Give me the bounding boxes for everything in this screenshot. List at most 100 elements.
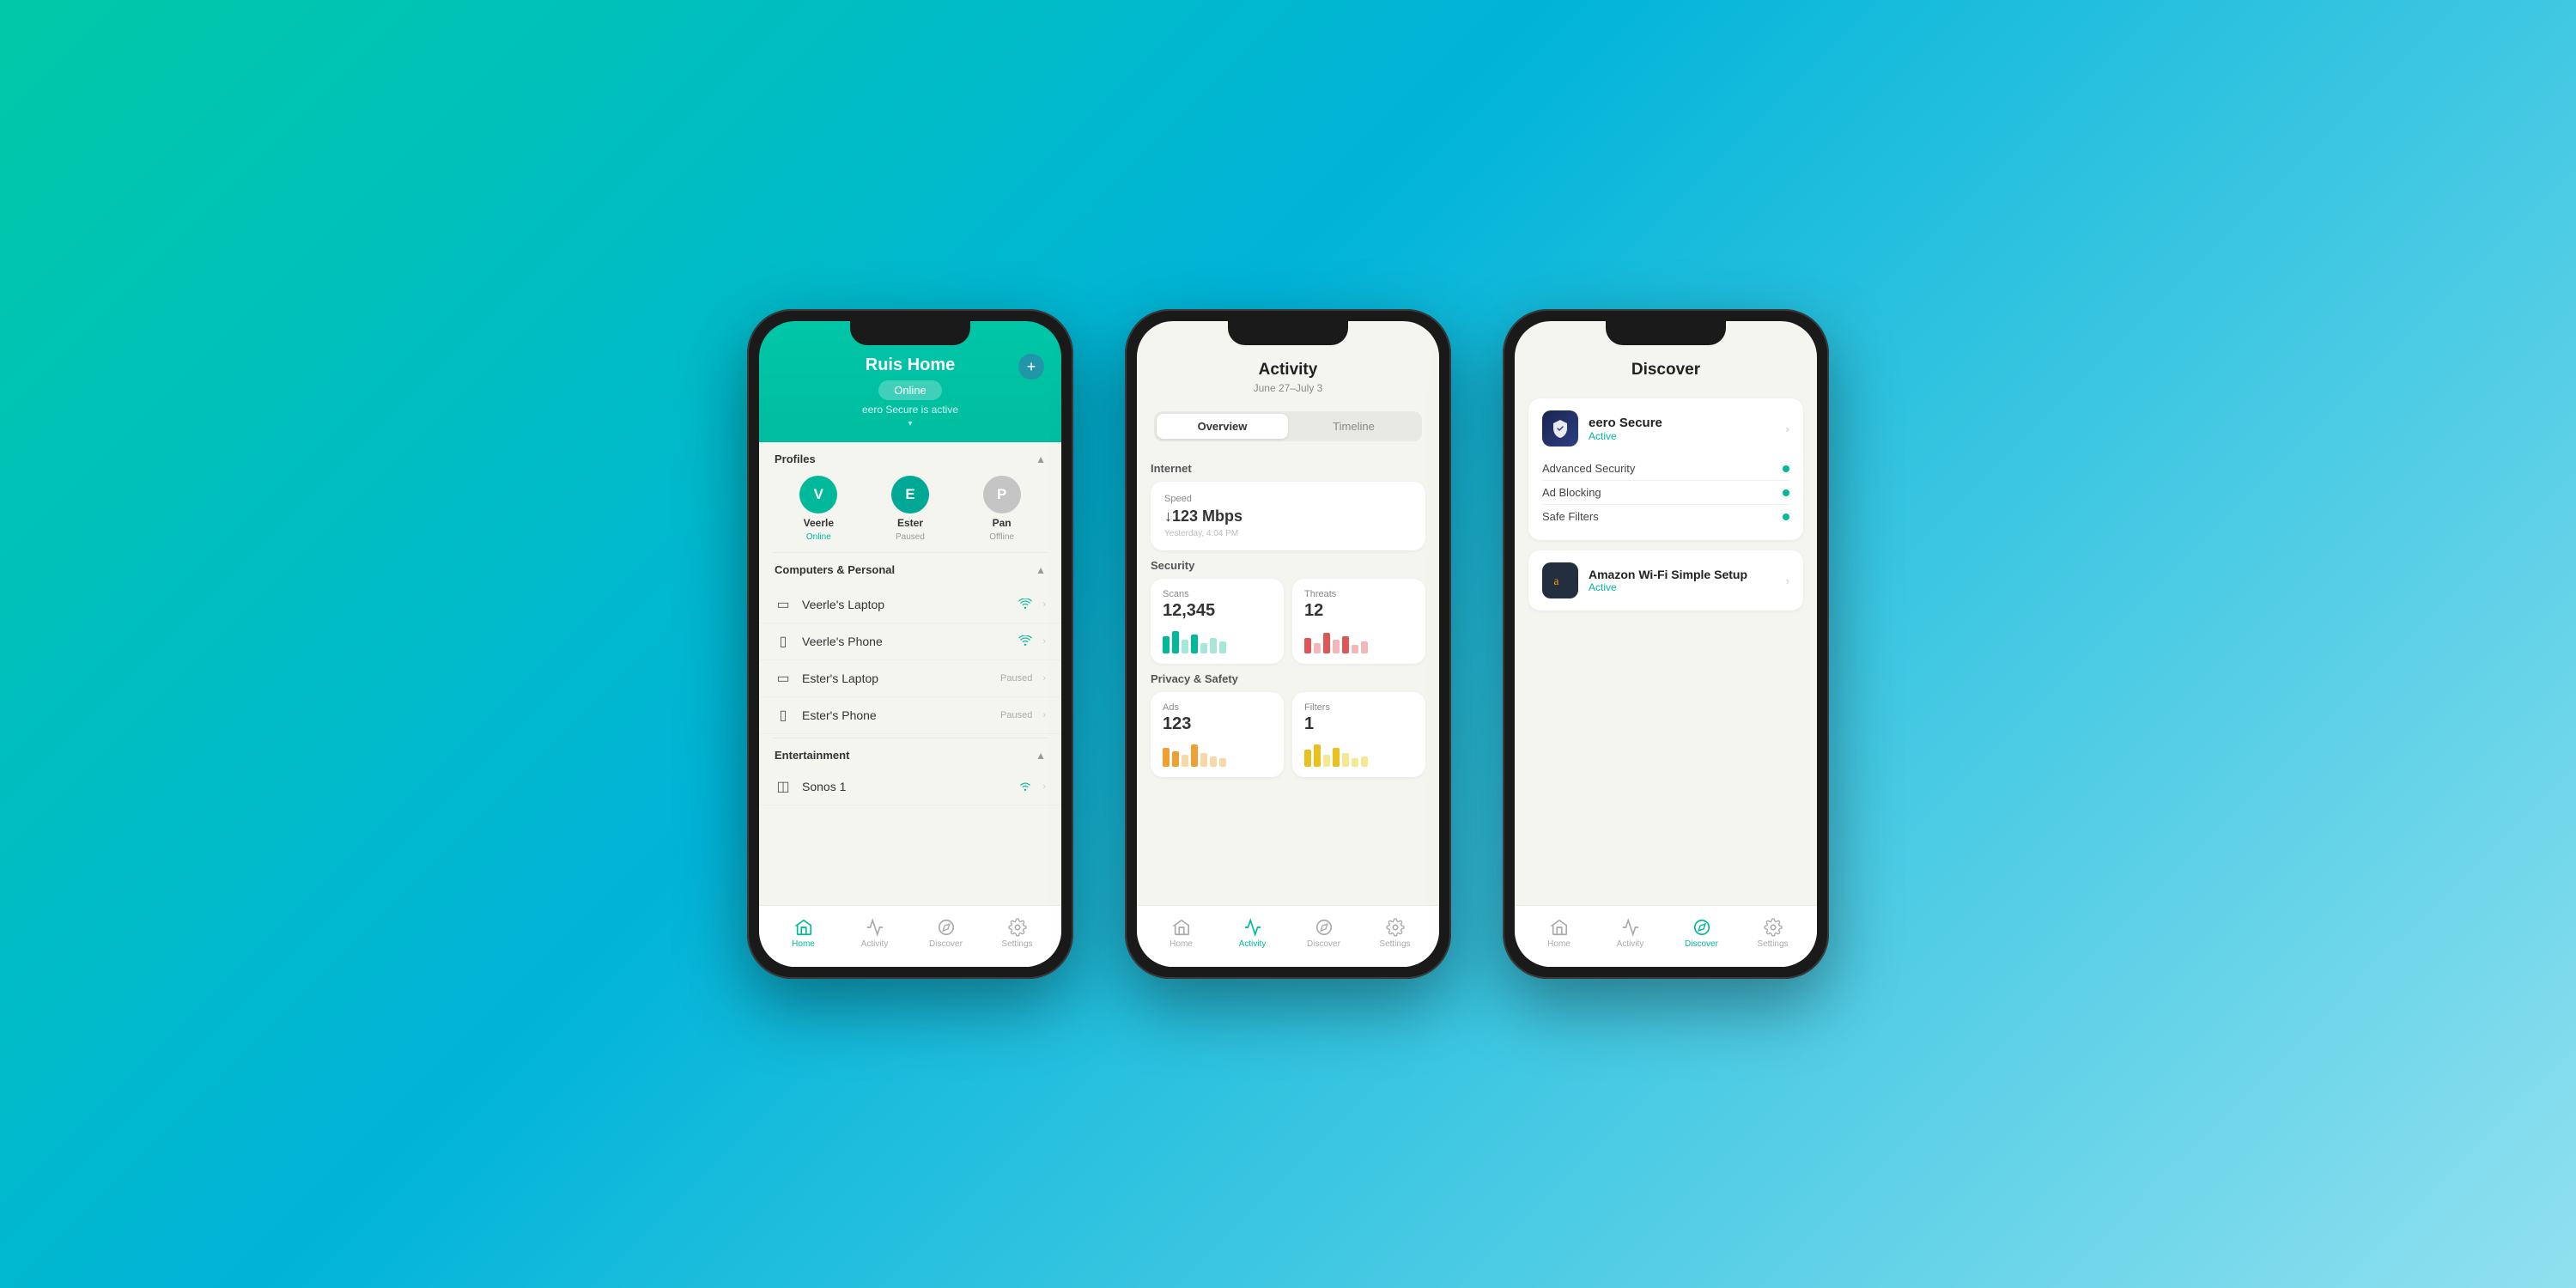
phone-icon: ▯ <box>775 707 792 724</box>
bar <box>1314 744 1321 767</box>
wifi-icon-sonos <box>1018 780 1032 793</box>
nav-settings-label: Settings <box>1757 939 1788 949</box>
bar <box>1172 751 1179 767</box>
bar <box>1342 636 1349 653</box>
chevron-down-icon[interactable]: ▾ <box>776 419 1044 428</box>
device-name-sonos: Sonos 1 <box>802 780 1008 793</box>
svg-text:a: a <box>1554 574 1559 587</box>
device-sonos[interactable]: ◫ Sonos 1 › <box>759 769 1061 805</box>
amazon-name: Amazon Wi-Fi Simple Setup <box>1589 568 1776 581</box>
scans-bar-chart <box>1163 628 1272 653</box>
chevron-right-icon: › <box>1042 636 1046 647</box>
profile-veerle[interactable]: V Veerle Online <box>799 476 837 542</box>
discover-icon <box>1315 918 1334 937</box>
privacy-stats-row: Ads 123 Filters <box>1151 692 1425 777</box>
nav-activity[interactable]: Activity <box>1595 918 1666 949</box>
device-esters-laptop[interactable]: ▭ Ester's Laptop Paused › <box>759 660 1061 697</box>
entertainment-label: Entertainment <box>775 749 849 762</box>
nav-discover[interactable]: Discover <box>1288 918 1359 949</box>
bar <box>1352 645 1358 653</box>
activity-title: Activity <box>1154 361 1422 380</box>
speed-label: Speed <box>1164 494 1412 504</box>
feature-ad-blocking: Ad Blocking <box>1542 481 1789 505</box>
nav-activity[interactable]: Activity <box>839 918 910 949</box>
device-veerles-laptop[interactable]: ▭ Veerle's Laptop › <box>759 586 1061 623</box>
filters-value: 1 <box>1304 714 1413 734</box>
nav-home-label: Home <box>792 939 815 949</box>
filters-bar-chart <box>1304 741 1413 767</box>
ads-value: 123 <box>1163 714 1272 734</box>
nav-home[interactable]: Home <box>1523 918 1595 949</box>
filters-label: Filters <box>1304 702 1413 713</box>
threats-label: Threats <box>1304 589 1413 599</box>
amazon-icon: a <box>1552 572 1569 589</box>
nav-activity[interactable]: Activity <box>1217 918 1288 949</box>
activity-icon <box>866 918 884 937</box>
scans-label: Scans <box>1163 589 1272 599</box>
feature-advanced-security-label: Advanced Security <box>1542 462 1635 475</box>
profiles-label: Profiles <box>775 453 816 465</box>
profile-avatar-veerle: V <box>799 476 837 513</box>
tab-switcher: Overview Timeline <box>1154 411 1422 441</box>
bar <box>1163 748 1170 767</box>
profile-avatar-ester: E <box>891 476 929 513</box>
entertainment-collapse-icon[interactable]: ▲ <box>1036 750 1046 762</box>
amazon-app-icon: a <box>1542 562 1578 598</box>
ads-bar-chart <box>1163 741 1272 767</box>
bar <box>1200 753 1207 767</box>
internet-label: Internet <box>1151 462 1425 475</box>
nav-settings[interactable]: Settings <box>1359 918 1431 949</box>
profiles-collapse-icon[interactable]: ▲ <box>1036 453 1046 465</box>
activity-body: Internet Speed ↓123 Mbps Yesterday, 4:04… <box>1137 450 1439 905</box>
feature-safe-filters: Safe Filters <box>1542 505 1789 528</box>
phone-activity-screen: Activity June 27–July 3 Overview Timelin… <box>1137 321 1439 967</box>
tab-overview[interactable]: Overview <box>1157 414 1288 439</box>
settings-icon <box>1386 918 1405 937</box>
profile-pan[interactable]: P Pan Offline <box>983 476 1021 542</box>
bar <box>1304 750 1311 767</box>
amazon-card[interactable]: a Amazon Wi-Fi Simple Setup Active › <box>1528 550 1803 611</box>
online-badge: Online <box>878 380 942 400</box>
chevron-right-icon: › <box>1042 673 1046 683</box>
home-icon <box>794 918 813 937</box>
nav-discover[interactable]: Discover <box>1666 918 1737 949</box>
device-name: Veerle's Laptop <box>802 598 1008 611</box>
amazon-status: Active <box>1589 581 1776 593</box>
nav-home[interactable]: Home <box>768 918 839 949</box>
device-esters-phone[interactable]: ▯ Ester's Phone Paused › <box>759 697 1061 734</box>
wifi-icon <box>1018 598 1032 611</box>
nav-settings[interactable]: Settings <box>981 918 1053 949</box>
device-name: Ester's Phone <box>802 708 990 722</box>
eero-secure-top: eero Secure Active › <box>1542 410 1789 447</box>
ads-label: Ads <box>1163 702 1272 713</box>
profile-ester[interactable]: E Ester Paused <box>891 476 929 542</box>
computers-section-header: Computers & Personal ▲ <box>759 553 1061 583</box>
feature-advanced-security: Advanced Security <box>1542 457 1789 481</box>
bottom-nav-discover: Home Activity Discover <box>1515 905 1817 967</box>
nav-home[interactable]: Home <box>1145 918 1217 949</box>
bar <box>1182 640 1188 653</box>
nav-discover-label: Discover <box>929 939 963 949</box>
nav-home-label: Home <box>1170 939 1193 949</box>
discover-icon <box>937 918 956 937</box>
eero-secure-card[interactable]: eero Secure Active › Advanced Security A… <box>1528 398 1803 540</box>
add-button[interactable]: + <box>1018 354 1044 380</box>
secure-text: eero Secure is active <box>776 404 1044 416</box>
profiles-row: V Veerle Online E Ester Paused P Pan Off… <box>759 472 1061 552</box>
activity-icon <box>1243 918 1262 937</box>
shield-check-icon <box>1550 418 1571 439</box>
amazon-info: Amazon Wi-Fi Simple Setup Active <box>1589 568 1776 593</box>
computers-collapse-icon[interactable]: ▲ <box>1036 564 1046 576</box>
nav-home-label: Home <box>1547 939 1571 949</box>
bar <box>1333 640 1340 653</box>
nav-settings[interactable]: Settings <box>1737 918 1808 949</box>
nav-discover-label: Discover <box>1685 939 1718 949</box>
feature-active-dot <box>1783 513 1789 520</box>
nav-discover[interactable]: Discover <box>910 918 981 949</box>
laptop-icon: ▭ <box>775 670 792 687</box>
device-veerles-phone[interactable]: ▯ Veerle's Phone › <box>759 623 1061 660</box>
bar <box>1163 636 1170 653</box>
nav-activity-label: Activity <box>1617 939 1644 949</box>
eero-secure-app-icon <box>1542 410 1578 447</box>
tab-timeline[interactable]: Timeline <box>1288 414 1419 439</box>
